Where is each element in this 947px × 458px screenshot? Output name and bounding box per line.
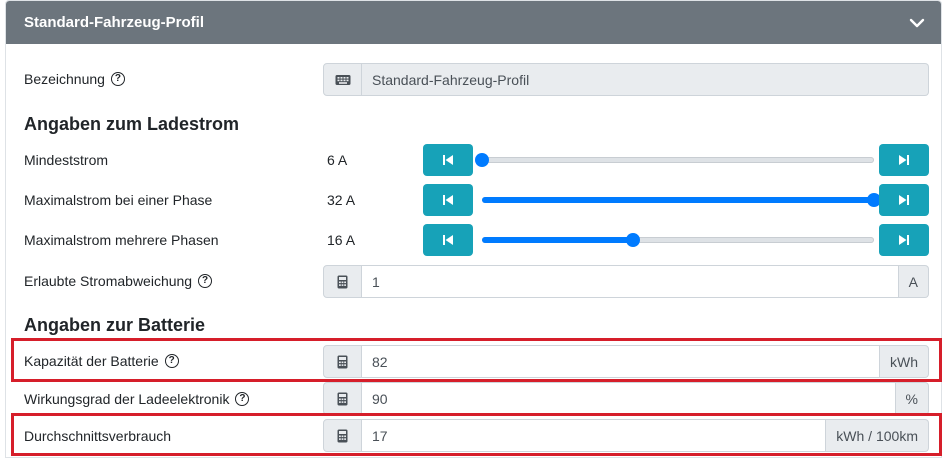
max-mehrere-phasen-label-row: Maximalstrom mehrere Phasen	[24, 232, 219, 248]
max-eine-phase-value: 32 A	[327, 192, 356, 208]
max-eine-phase-min-button[interactable]	[423, 184, 473, 216]
abweichung-input-group: 1 A	[323, 265, 929, 298]
mindeststrom-slider[interactable]	[475, 153, 874, 167]
kapazitaet-label: Kapazität der Batterie	[24, 353, 159, 369]
max-mehrere-phasen-max-button[interactable]	[879, 224, 929, 256]
skip-start-icon	[443, 235, 453, 245]
skip-start-icon	[443, 155, 453, 165]
skip-start-icon	[443, 195, 453, 205]
card-title: Standard-Fahrzeug-Profil	[24, 14, 205, 31]
section-title-batterie: Angaben zur Batterie	[24, 315, 206, 335]
max-mehrere-phasen-label: Maximalstrom mehrere Phasen	[24, 232, 219, 248]
abweichung-label: Erlaubte Stromabweichung	[24, 273, 193, 289]
bezeichnung-field[interactable]: Standard-Fahrzeug-Profil	[362, 63, 929, 96]
skip-end-icon	[899, 155, 909, 165]
verbrauch-input-group: 17 kWh / 100km	[323, 419, 929, 452]
card-header[interactable]: Standard-Fahrzeug-Profil	[6, 1, 941, 44]
skip-end-icon	[899, 235, 909, 245]
calculator-icon	[323, 419, 362, 452]
section-title-ladestrom: Angaben zum Ladestrom	[24, 114, 240, 134]
mindeststrom-min-button[interactable]	[423, 144, 473, 176]
bezeichnung-input-group: Standard-Fahrzeug-Profil	[323, 63, 929, 96]
calculator-icon	[323, 265, 362, 298]
max-eine-phase-max-button[interactable]	[879, 184, 929, 216]
slider-fill	[482, 197, 874, 203]
skip-end-icon	[899, 195, 909, 205]
help-icon[interactable]: ?	[198, 274, 213, 288]
help-icon[interactable]: ?	[235, 392, 250, 406]
abweichung-field[interactable]: 1	[362, 265, 899, 298]
slider-fill	[482, 237, 633, 243]
wirkungsgrad-input-group: 90 %	[323, 382, 929, 415]
calculator-icon	[323, 382, 362, 415]
verbrauch-label-row: Durchschnittsverbrauch	[24, 428, 171, 444]
max-mehrere-phasen-min-button[interactable]	[423, 224, 473, 256]
kapazitaet-field[interactable]: 82	[362, 345, 880, 378]
kapazitaet-label-row: Kapazität der Batterie ?	[24, 353, 179, 369]
verbrauch-field[interactable]: 17	[362, 419, 827, 452]
kapazitaet-input-group: 82 kWh	[323, 345, 929, 378]
keyboard-icon	[323, 63, 362, 96]
kapazitaet-unit: kWh	[880, 345, 929, 378]
mindeststrom-label-row: Mindeststrom	[24, 152, 108, 168]
bezeichnung-label: Bezeichnung	[24, 71, 105, 87]
mindeststrom-value: 6 A	[327, 152, 348, 168]
calculator-icon	[323, 345, 362, 378]
help-icon[interactable]: ?	[164, 354, 179, 368]
abweichung-label-row: Erlaubte Stromabweichung ?	[24, 273, 213, 289]
mindeststrom-label: Mindeststrom	[24, 152, 109, 168]
max-eine-phase-label-row: Maximalstrom bei einer Phase	[24, 192, 212, 208]
chevron-down-icon[interactable]	[907, 13, 927, 33]
max-eine-phase-slider[interactable]	[482, 193, 881, 207]
vehicle-profile-card: Standard-Fahrzeug-Profil Bezeichnung ? S…	[5, 0, 942, 458]
wirkungsgrad-label-row: Wirkungsgrad der Ladeelektronik ?	[24, 391, 250, 407]
max-eine-phase-label: Maximalstrom bei einer Phase	[24, 192, 213, 208]
slider-thumb[interactable]	[475, 153, 489, 167]
max-mehrere-phasen-value: 16 A	[327, 232, 356, 248]
abweichung-unit: A	[898, 265, 929, 298]
slider-thumb[interactable]	[625, 233, 640, 247]
help-icon[interactable]: ?	[110, 72, 125, 86]
bezeichnung-label-row: Bezeichnung ?	[24, 71, 125, 87]
wirkungsgrad-unit: %	[895, 382, 929, 415]
verbrauch-unit: kWh / 100km	[826, 419, 929, 452]
mindeststrom-max-button[interactable]	[879, 144, 929, 176]
wirkungsgrad-label: Wirkungsgrad der Ladeelektronik	[24, 391, 230, 407]
max-mehrere-phasen-slider[interactable]	[482, 233, 874, 247]
wirkungsgrad-field[interactable]: 90	[362, 382, 896, 415]
verbrauch-label: Durchschnittsverbrauch	[24, 428, 172, 444]
